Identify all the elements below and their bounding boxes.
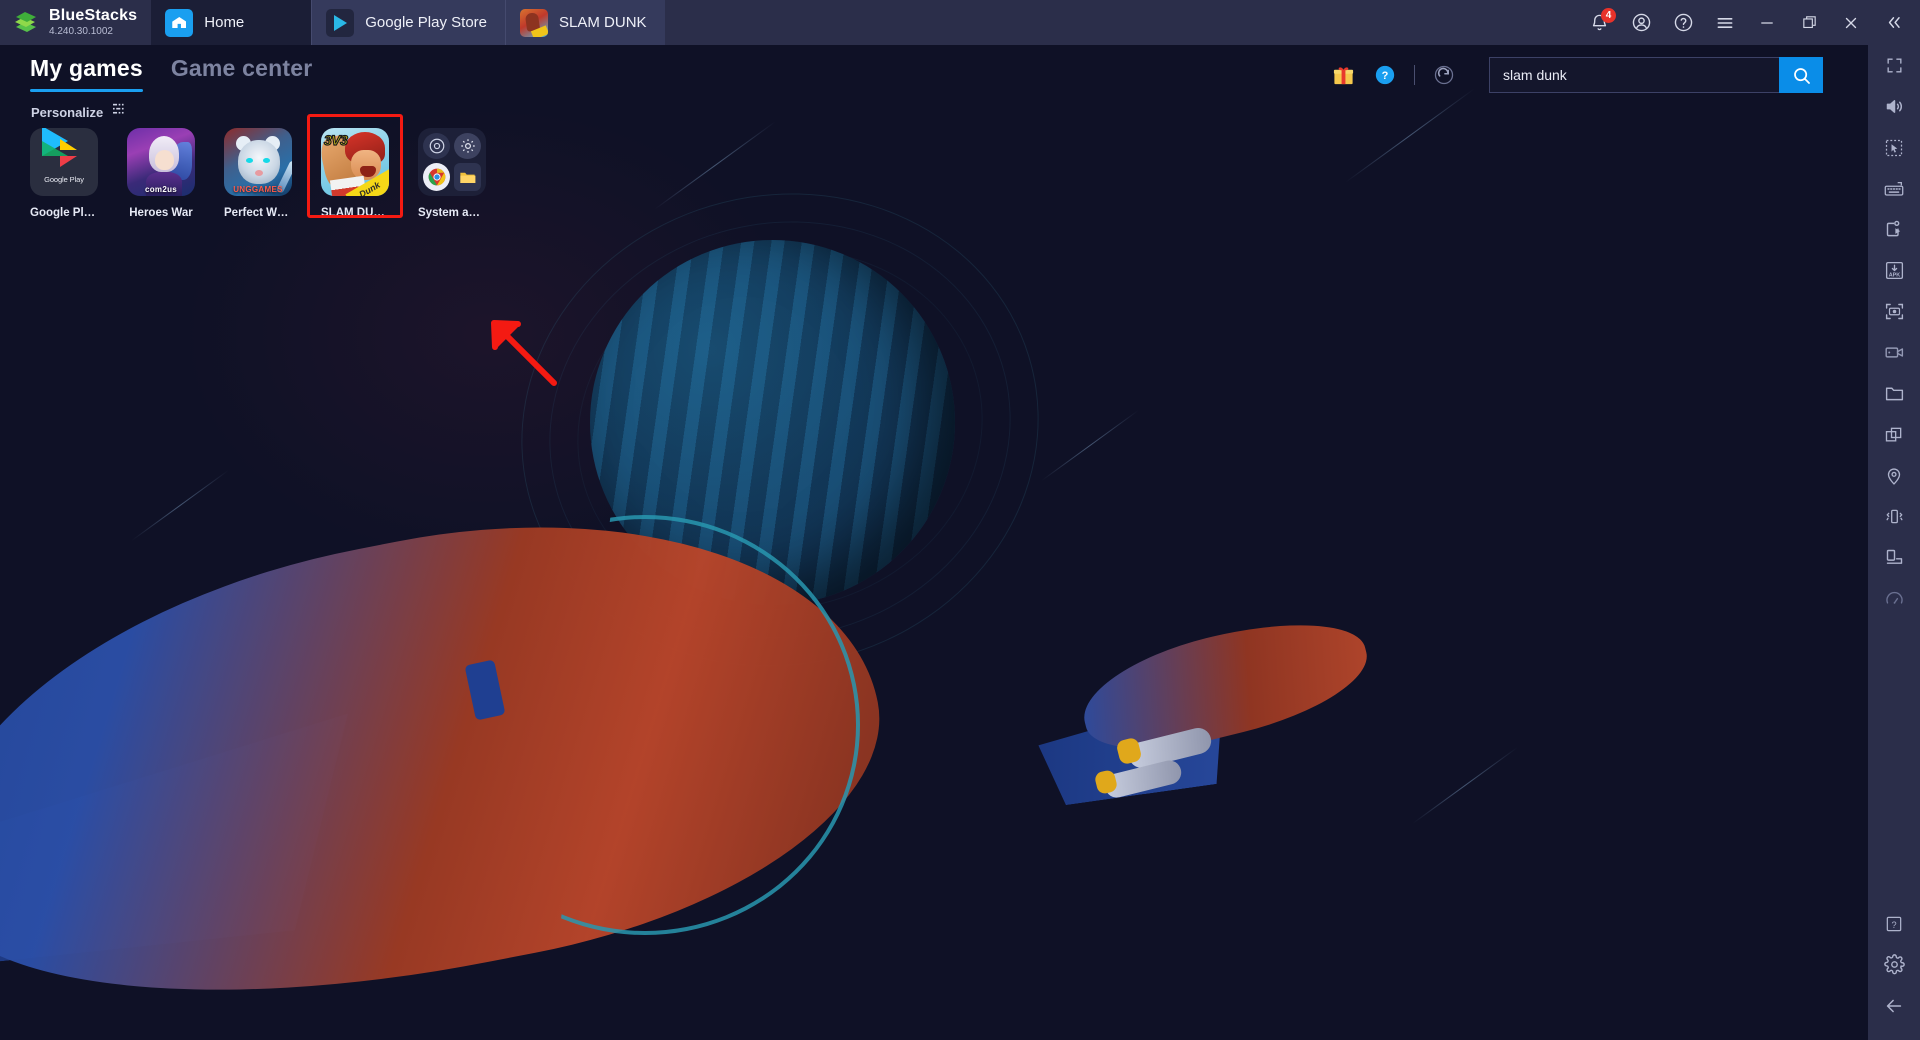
app-tile-slam-dunk[interactable]: 3V3 Dunk SLAM DUNK xyxy=(307,114,403,219)
search-box xyxy=(1489,57,1823,93)
emulator-home-stage: My games Game center Personalize Google … xyxy=(0,45,1868,1040)
app-tile-system-apps-label: System apps xyxy=(418,207,486,219)
collapse-sidebar-button[interactable] xyxy=(1872,0,1914,45)
search-button[interactable] xyxy=(1779,57,1823,93)
shake-button[interactable] xyxy=(1868,496,1920,537)
rotate-button[interactable] xyxy=(1868,537,1920,578)
heroes-war-icon: com2us xyxy=(127,128,195,196)
svg-text:?: ? xyxy=(1382,70,1389,82)
app-grid: Google Play Google Play ... com2us Heroe… xyxy=(30,114,486,219)
maximize-button[interactable] xyxy=(1788,0,1830,45)
tab-home-label: Home xyxy=(204,14,245,31)
keyboard-controls-button[interactable] xyxy=(1868,168,1920,209)
notifications-button[interactable]: 4 xyxy=(1578,0,1620,45)
tab-game-center-label: Game center xyxy=(170,55,313,81)
app-tile-heroes-war-label: Heroes War xyxy=(129,207,193,219)
page-tabs: My games Game center xyxy=(30,55,312,92)
rail-help-button[interactable]: ? xyxy=(1868,903,1920,944)
svg-text:APK: APK xyxy=(1888,273,1900,279)
google-play-sublabel: Google Play xyxy=(44,174,84,184)
media-manager-button[interactable] xyxy=(1868,373,1920,414)
tab-game-center[interactable]: Game center xyxy=(171,55,313,92)
camera-icon xyxy=(423,133,450,159)
bluestacks-logo-icon xyxy=(12,9,40,37)
google-play-store-icon: Google Play xyxy=(30,128,98,196)
right-sidebar: APK ? xyxy=(1868,45,1920,1040)
settings-gear-icon xyxy=(454,133,481,159)
help-button[interactable] xyxy=(1662,0,1704,45)
menu-button[interactable] xyxy=(1704,0,1746,45)
grid-layout-icon xyxy=(113,103,126,121)
tab-my-games[interactable]: My games xyxy=(30,55,143,92)
gift-icon[interactable] xyxy=(1322,55,1364,95)
app-tile-heroes-war[interactable]: com2us Heroes War xyxy=(127,128,195,219)
system-apps-folder-icon xyxy=(418,128,486,196)
file-manager-icon xyxy=(454,163,481,191)
titlebar-spacer xyxy=(665,0,1578,45)
gyroscope-button[interactable] xyxy=(1868,578,1920,619)
tab-slam-dunk[interactable]: SLAM DUNK xyxy=(505,0,666,45)
multi-select-button[interactable] xyxy=(1868,127,1920,168)
brand-version: 4.240.30.1002 xyxy=(49,26,113,37)
search-input[interactable] xyxy=(1489,57,1779,93)
macro-recorder-button[interactable] xyxy=(1868,209,1920,250)
app-tile-perfect-world[interactable]: UNGGAMES Perfect Worl... xyxy=(224,128,292,219)
perfect-world-sublabel: UNGGAMES xyxy=(233,185,283,194)
title-bar: BlueStacks 4.240.30.1002 Home Google Pla… xyxy=(0,0,1920,45)
app-tile-perfect-world-label: Perfect Worl... xyxy=(224,207,292,219)
brand-block: BlueStacks 4.240.30.1002 xyxy=(0,0,151,45)
tab-google-play-store-label: Google Play Store xyxy=(365,14,488,31)
app-tile-system-apps[interactable]: System apps xyxy=(418,128,486,219)
minimize-button[interactable] xyxy=(1746,0,1788,45)
three-v-three-badge: 3V3 xyxy=(323,131,348,148)
toolbar-divider xyxy=(1414,65,1415,85)
notification-badge: 4 xyxy=(1601,8,1616,23)
fullscreen-button[interactable] xyxy=(1868,45,1920,86)
personalize-button[interactable]: Personalize xyxy=(31,103,126,121)
personalize-label: Personalize xyxy=(31,104,104,120)
volume-button[interactable] xyxy=(1868,86,1920,127)
slam-dunk-icon xyxy=(520,8,549,37)
screenshot-button[interactable] xyxy=(1868,291,1920,332)
rail-back-button[interactable] xyxy=(1868,985,1920,1026)
app-tile-google-play[interactable]: Google Play Google Play ... xyxy=(30,128,98,219)
google-play-icon xyxy=(326,8,355,37)
tab-slam-dunk-label: SLAM DUNK xyxy=(559,14,647,31)
perfect-world-icon: UNGGAMES xyxy=(224,128,292,196)
account-button[interactable] xyxy=(1620,0,1662,45)
home-content: My games Game center Personalize Google … xyxy=(0,45,1868,1040)
record-video-button[interactable] xyxy=(1868,332,1920,373)
heroes-war-sublabel: com2us xyxy=(144,185,178,194)
titlebar-buttons: 4 xyxy=(1578,0,1920,45)
multi-instance-button[interactable] xyxy=(1868,414,1920,455)
close-button[interactable] xyxy=(1830,0,1872,45)
install-apk-button[interactable]: APK xyxy=(1868,250,1920,291)
rail-settings-button[interactable] xyxy=(1868,944,1920,985)
tab-home[interactable]: Home xyxy=(151,0,312,45)
home-toolbar: ? xyxy=(1322,55,1823,95)
red-arrow-pointer xyxy=(478,307,558,392)
brand-name: BlueStacks xyxy=(49,7,138,24)
tab-google-play-store[interactable]: Google Play Store xyxy=(311,0,506,45)
tab-my-games-label: My games xyxy=(30,55,143,81)
slam-dunk-game-icon: 3V3 Dunk xyxy=(321,128,389,196)
refresh-icon[interactable] xyxy=(1423,55,1465,95)
chrome-icon xyxy=(423,163,450,191)
location-button[interactable] xyxy=(1868,455,1920,496)
home-icon xyxy=(165,8,194,37)
help-badge-button[interactable]: ? xyxy=(1364,55,1406,95)
svg-text:?: ? xyxy=(1891,919,1896,929)
app-tile-google-play-label: Google Play ... xyxy=(30,207,98,219)
app-tile-slam-dunk-label: SLAM DUNK xyxy=(321,207,389,219)
